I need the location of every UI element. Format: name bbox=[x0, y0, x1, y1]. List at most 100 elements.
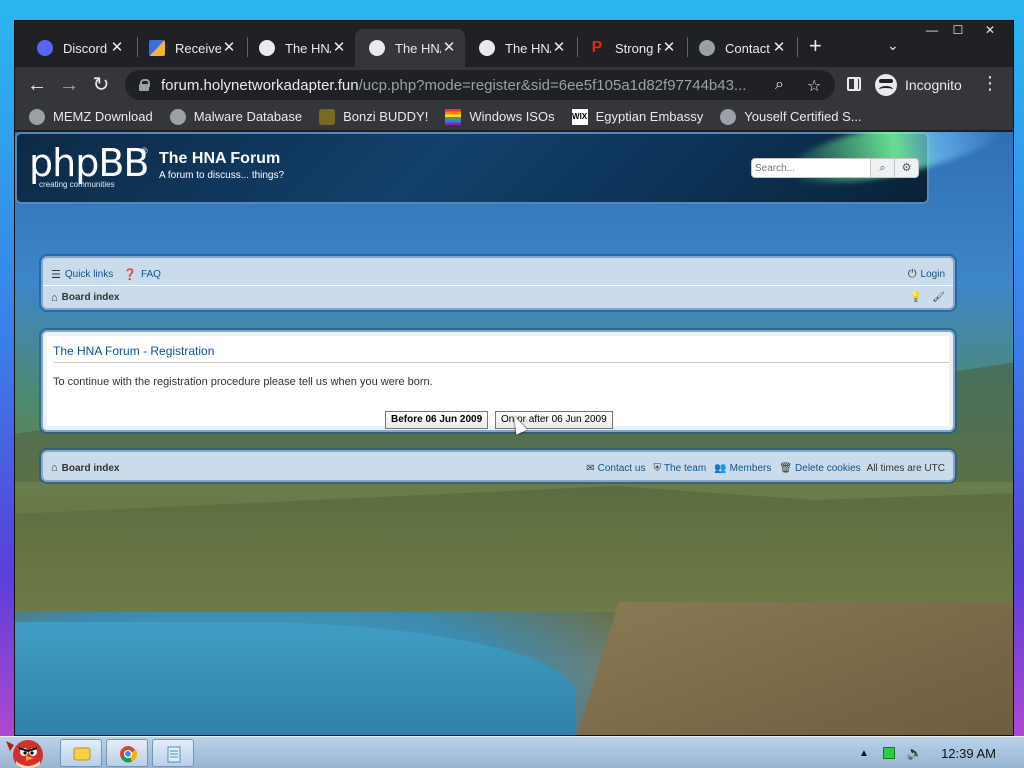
home-icon: ⌂ bbox=[51, 291, 58, 304]
contact-us-link[interactable]: ✉ Contact us bbox=[586, 463, 645, 474]
globe-icon bbox=[169, 108, 186, 125]
bookmark-windows-isos[interactable]: Windows ISOs bbox=[445, 108, 555, 125]
tab-receive[interactable]: Receive ✕ bbox=[135, 29, 245, 67]
site-title: The HNA Forum bbox=[159, 150, 281, 167]
faq-link[interactable]: ❓ FAQ bbox=[123, 268, 161, 281]
globe-icon bbox=[29, 108, 45, 125]
close-icon[interactable]: ✕ bbox=[109, 40, 125, 56]
forward-arrow-icon[interactable]: → bbox=[55, 71, 83, 99]
hillside bbox=[15, 486, 1013, 612]
tab-title: The HNA bbox=[395, 40, 441, 56]
board-index-link[interactable]: ⌂ Board index bbox=[51, 292, 119, 304]
globe-icon bbox=[720, 108, 737, 125]
members-link[interactable]: 👥 Members bbox=[714, 463, 771, 474]
url-text[interactable]: forum.holynetworkadapter.fun/ucp.php?mod… bbox=[161, 77, 771, 94]
url-path: /ucp.php?mode=register&sid=6ee5f105a1d82… bbox=[358, 76, 747, 94]
lightbulb-icon[interactable]: 💡 bbox=[910, 292, 922, 303]
bookmark-label: Windows ISOs bbox=[469, 109, 555, 124]
new-tab-button[interactable]: + bbox=[809, 35, 822, 57]
maximize-button[interactable]: ☐ bbox=[943, 21, 973, 41]
delete-cookies-link[interactable]: 🗑 Delete cookies bbox=[779, 463, 860, 474]
tab-title: Contact bbox=[725, 40, 770, 56]
star-icon[interactable]: ☆ bbox=[807, 76, 821, 96]
tab-title: The HNA bbox=[285, 40, 331, 56]
taskbar: ▲ 🔊 12:39 AM bbox=[0, 736, 1024, 768]
globe-icon bbox=[479, 40, 495, 56]
phpbb-logo[interactable]: phpBB creating communities ® bbox=[29, 144, 149, 190]
show-hidden-icons-icon[interactable]: ▲ bbox=[859, 748, 869, 759]
tab-contact[interactable]: Contact ✕ bbox=[685, 29, 795, 67]
address-bar[interactable]: forum.holynetworkadapter.fun/ucp.php?mod… bbox=[125, 70, 835, 100]
advanced-search-gear-icon[interactable]: ⚙ bbox=[895, 158, 919, 178]
bookmark-egyptian-embassy[interactable]: WIX Egyptian Embassy bbox=[571, 108, 703, 125]
bookmark-self-certified[interactable]: Youself Certified S... bbox=[720, 108, 862, 125]
power-icon: ⏻ bbox=[907, 267, 917, 280]
tab-title: Strong P bbox=[615, 40, 661, 56]
the-team-link[interactable]: ⛨ The team bbox=[653, 463, 706, 474]
p-logo-icon: P bbox=[591, 39, 603, 56]
volume-icon[interactable]: 🔊 bbox=[907, 745, 923, 761]
bookmark-malware-database[interactable]: Malware Database bbox=[169, 108, 303, 125]
incognito-icon bbox=[875, 74, 897, 96]
discord-icon bbox=[37, 40, 53, 56]
users-icon: 👥 bbox=[714, 462, 727, 474]
close-icon[interactable]: ✕ bbox=[441, 40, 457, 56]
close-icon[interactable]: ✕ bbox=[771, 40, 787, 56]
zoom-icon[interactable]: ⌕ bbox=[775, 76, 784, 94]
login-link[interactable]: ⏻ Login bbox=[908, 268, 945, 281]
search-input[interactable] bbox=[751, 158, 871, 178]
quick-links-menu[interactable]: ☰ Quick links bbox=[51, 268, 113, 281]
back-arrow-icon[interactable]: ← bbox=[23, 71, 51, 99]
contact-us-label: Contact us bbox=[597, 462, 646, 474]
incognito-indicator[interactable]: Incognito bbox=[875, 71, 962, 99]
the-team-label: The team bbox=[663, 462, 707, 474]
side-panel-icon[interactable] bbox=[847, 77, 861, 91]
board-index-label: Board index bbox=[61, 462, 120, 474]
question-circle-icon: ❓ bbox=[123, 268, 137, 281]
registered-mark-icon: ® bbox=[141, 146, 148, 156]
bookmarks-bar: MEMZ Download Malware Database Bonzi BUD… bbox=[15, 103, 1013, 131]
taskbar-chrome-button[interactable] bbox=[106, 739, 148, 767]
search-box: ⌕ ⚙ bbox=[751, 158, 919, 178]
tab-strip: Discord ✕ Receive ✕ The HNA ✕ The HNA ✕ … bbox=[15, 21, 1013, 67]
tab-hna-3[interactable]: The HNA ✕ bbox=[465, 29, 575, 67]
system-tray: ▲ 🔊 12:39 AM bbox=[859, 737, 1024, 768]
profile-label: Incognito bbox=[905, 77, 962, 93]
start-button[interactable] bbox=[4, 731, 48, 768]
menu-kebab-icon[interactable]: ⋮ bbox=[981, 73, 999, 94]
chrome-icon bbox=[120, 746, 138, 763]
close-icon[interactable]: ✕ bbox=[661, 40, 677, 56]
angry-bird-icon bbox=[6, 740, 43, 768]
close-icon[interactable]: ✕ bbox=[221, 40, 237, 56]
footer-board-index-link[interactable]: ⌂ Board index bbox=[51, 462, 119, 474]
tab-strong-password[interactable]: P Strong P ✕ bbox=[575, 29, 685, 67]
reload-icon[interactable]: ↻ bbox=[87, 71, 115, 99]
bookmark-label: Youself Certified S... bbox=[744, 109, 862, 124]
taskbar-explorer-button[interactable] bbox=[60, 739, 102, 767]
window-close-button[interactable]: ✕ bbox=[975, 21, 1005, 41]
close-icon[interactable]: ✕ bbox=[331, 40, 347, 56]
tab-hna-1[interactable]: The HNA ✕ bbox=[245, 29, 355, 67]
contact-icon bbox=[699, 40, 715, 56]
forum-footer: ⌂ Board index ✉ Contact us ⛨ The team 👥 … bbox=[41, 450, 955, 482]
page-viewport: phpBB creating communities ® The HNA For… bbox=[15, 132, 1013, 735]
clock[interactable]: 12:39 AM bbox=[941, 746, 996, 761]
browser-toolbar: ← → ↻ forum.holynetworkadapter.fun/ucp.p… bbox=[15, 67, 1013, 103]
search-icon[interactable]: ⌕ bbox=[871, 158, 895, 178]
tab-search-icon[interactable]: ⌄ bbox=[887, 37, 899, 54]
bookmark-bonzi[interactable]: Bonzi BUDDY! bbox=[319, 108, 428, 125]
lagoon-water bbox=[15, 622, 575, 735]
board-index-label: Board index bbox=[61, 292, 120, 303]
tab-discord[interactable]: Discord ✕ bbox=[23, 29, 133, 67]
tab-hna-active[interactable]: The HNA ✕ bbox=[355, 29, 465, 67]
trash-icon: 🗑 bbox=[779, 462, 793, 474]
home-icon: ⌂ bbox=[51, 462, 58, 474]
taskbar-notepad-button[interactable] bbox=[152, 739, 194, 767]
network-icon[interactable] bbox=[882, 747, 895, 759]
tab-divider bbox=[797, 37, 798, 57]
bookmark-memz[interactable]: MEMZ Download bbox=[29, 108, 153, 125]
bookmark-label: Malware Database bbox=[193, 109, 303, 124]
before-date-button[interactable]: Before 06 Jun 2009 bbox=[385, 411, 489, 429]
paintbrush-icon[interactable]: 🖌 bbox=[932, 292, 945, 303]
close-icon[interactable]: ✕ bbox=[551, 40, 567, 56]
